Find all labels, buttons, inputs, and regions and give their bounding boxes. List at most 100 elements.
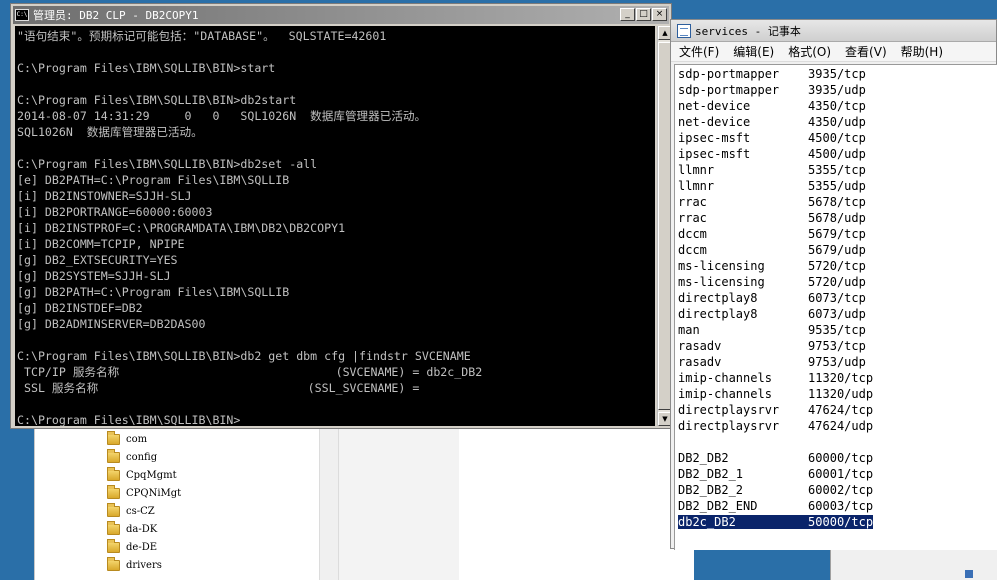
console-line: [g] DB2PATH=C:\Program Files\IBM\SQLLIB (17, 285, 290, 299)
console-line: TCP/IP 服务名称 (SVCENAME) = db2c_DB2 (17, 365, 483, 379)
console-line: [i] DB2PORTRANGE=60000:60003 (17, 205, 213, 219)
console-line: C:\Program Files\IBM\SQLLIB\BIN>db2 get … (17, 349, 471, 363)
console-title: 管理员: DB2 CLP - DB2COPY1 (33, 9, 199, 22)
console-line: SSL 服务名称 (SSL_SVCENAME) = (17, 381, 420, 395)
console-line: [i] DB2COMM=TCPIP, NPIPE (17, 237, 185, 251)
notepad-titlebar[interactable]: services - 记事本 (671, 20, 996, 42)
folder-icon (107, 502, 120, 517)
folder-label: drivers (126, 559, 162, 571)
folder-item[interactable]: da-DK (107, 520, 181, 538)
services-line: directplay8 6073/udp (678, 307, 866, 321)
services-line: man 9535/tcp (678, 323, 866, 337)
services-line-selected: db2c_DB2 50000/tcp (678, 514, 997, 530)
folder-icon (107, 448, 120, 463)
minimize-button[interactable]: _ (620, 8, 635, 21)
console-app-icon[interactable]: C:\ (15, 9, 29, 21)
folder-icon (107, 466, 120, 481)
console-line: SQL1026N 数据库管理器已活动。 (17, 125, 203, 139)
services-line: rrac 5678/tcp (678, 195, 866, 209)
folder-icon (107, 520, 120, 535)
folder-icon (107, 556, 120, 571)
console-line: "语句结束"。预期标记可能包括："DATABASE"。 SQLSTATE=426… (17, 29, 387, 43)
folder-item[interactable]: com (107, 430, 181, 448)
pane-splitter[interactable] (319, 420, 339, 580)
folder-label: config (126, 451, 158, 463)
services-line: net-device 4350/tcp (678, 99, 866, 113)
console-line: C:\Program Files\IBM\SQLLIB\BIN>db2set -… (17, 157, 318, 171)
explorer-details-pane (339, 420, 459, 580)
services-line: dccm 5679/tcp (678, 227, 866, 241)
console-line: [g] DB2SYSTEM=SJJH-SLJ (17, 269, 171, 283)
services-line: ipsec-msft 4500/tcp (678, 131, 866, 145)
console-line: 2014-08-07 14:31:29 0 0 SQL1026N 数据库管理器已… (17, 109, 427, 123)
services-line: llmnr 5355/tcp (678, 163, 866, 177)
menu-help[interactable]: 帮助(H) (901, 43, 943, 60)
folder-icon (107, 430, 120, 445)
console-line: [g] DB2ADMINSERVER=DB2DAS00 (17, 317, 206, 331)
console-output[interactable]: "语句结束"。预期标记可能包括："DATABASE"。 SQLSTATE=426… (15, 26, 655, 426)
folder-item[interactable]: CPQNiMgt (107, 484, 181, 502)
folder-item[interactable]: de-DE (107, 538, 181, 556)
console-line: [g] DB2_EXTSECURITY=YES (17, 253, 178, 267)
services-line: ipsec-msft 4500/udp (678, 147, 866, 161)
folder-icon (107, 538, 120, 553)
services-line: DB2_DB2_2 60002/tcp (678, 483, 874, 497)
console-line: [i] DB2INSTOWNER=SJJH-SLJ (17, 189, 192, 203)
menu-format[interactable]: 格式(O) (788, 43, 831, 60)
folder-label: cs-CZ (126, 505, 155, 517)
close-button[interactable]: × (652, 8, 667, 21)
folder-label: CpqMgmt (126, 469, 177, 481)
services-line: DB2_DB2 60000/tcp (678, 451, 874, 465)
services-line: rrac 5678/udp (678, 211, 866, 225)
db2-clp-console-window[interactable]: C:\ 管理员: DB2 CLP - DB2COPY1 _ □ × "语句结束"… (10, 3, 672, 429)
console-scrollbar[interactable]: ▲ ▼ (657, 26, 672, 426)
maximize-button[interactable]: □ (636, 8, 651, 21)
text-selection[interactable]: db2c_DB2 50000/tcp (678, 515, 874, 529)
menu-view[interactable]: 查看(V) (845, 43, 887, 60)
services-line: DB2_DB2_1 60001/tcp (678, 467, 874, 481)
notepad-icon[interactable] (677, 23, 691, 38)
folder-icon (107, 484, 120, 499)
folder-item[interactable]: drivers (107, 556, 181, 574)
folder-item[interactable]: CpqMgmt (107, 466, 181, 484)
notepad-title: services - 记事本 (695, 24, 801, 38)
folder-label: de-DE (126, 541, 158, 553)
services-line: directplay8 6073/tcp (678, 291, 866, 305)
explorer-window: com config CpqMgmt CPQNiMgt cs-CZ da-DK de-DE d… (34, 420, 694, 580)
services-line: directplaysrvr 47624/udp (678, 419, 874, 433)
services-line: sdp-portmapper 3935/tcp (678, 67, 866, 81)
services-line: net-device 4350/udp (678, 115, 866, 129)
folder-item[interactable]: cs-CZ (107, 502, 181, 520)
services-line: ms-licensing 5720/udp (678, 275, 866, 289)
console-line: C:\Program Files\IBM\SQLLIB\BIN>db2start (17, 93, 297, 107)
services-line: rasadv 9753/tcp (678, 339, 866, 353)
folder-list: com config CpqMgmt CPQNiMgt cs-CZ da-DK de-DE d… (107, 430, 181, 574)
services-line (678, 434, 997, 450)
services-line: DB2_DB2_END 60003/tcp (678, 499, 874, 513)
services-line: rasadv 9753/udp (678, 355, 866, 369)
services-line: dccm 5679/udp (678, 243, 866, 257)
services-line: sdp-portmapper 3935/udp (678, 83, 866, 97)
services-line: imip-channels 11320/tcp (678, 371, 874, 385)
background-window-corner (830, 548, 997, 580)
menu-file[interactable]: 文件(F) (679, 43, 719, 60)
notepad-window[interactable]: services - 记事本 文件(F) 编辑(E) 格式(O) 查看(V) 帮… (670, 19, 997, 550)
services-line: llmnr 5355/udp (678, 179, 866, 193)
folder-item[interactable]: config (107, 448, 181, 466)
menu-edit[interactable]: 编辑(E) (733, 43, 774, 60)
folder-label: CPQNiMgt (126, 487, 182, 499)
console-titlebar[interactable]: C:\ 管理员: DB2 CLP - DB2COPY1 _ □ × (13, 6, 669, 24)
services-line: ms-licensing 5720/tcp (678, 259, 866, 273)
console-line: C:\Program Files\IBM\SQLLIB\BIN>start (17, 61, 276, 75)
notepad-text-area[interactable]: sdp-portmapper 3935/tcp sdp-portmapper 39… (674, 64, 997, 550)
services-line: imip-channels 11320/udp (678, 387, 874, 401)
services-line: directplaysrvr 47624/tcp (678, 403, 874, 417)
console-line: C:\Program Files\IBM\SQLLIB\BIN> (17, 413, 241, 426)
notepad-menubar: 文件(F) 编辑(E) 格式(O) 查看(V) 帮助(H) (671, 42, 996, 62)
console-line: [e] DB2PATH=C:\Program Files\IBM\SQLLIB (17, 173, 290, 187)
